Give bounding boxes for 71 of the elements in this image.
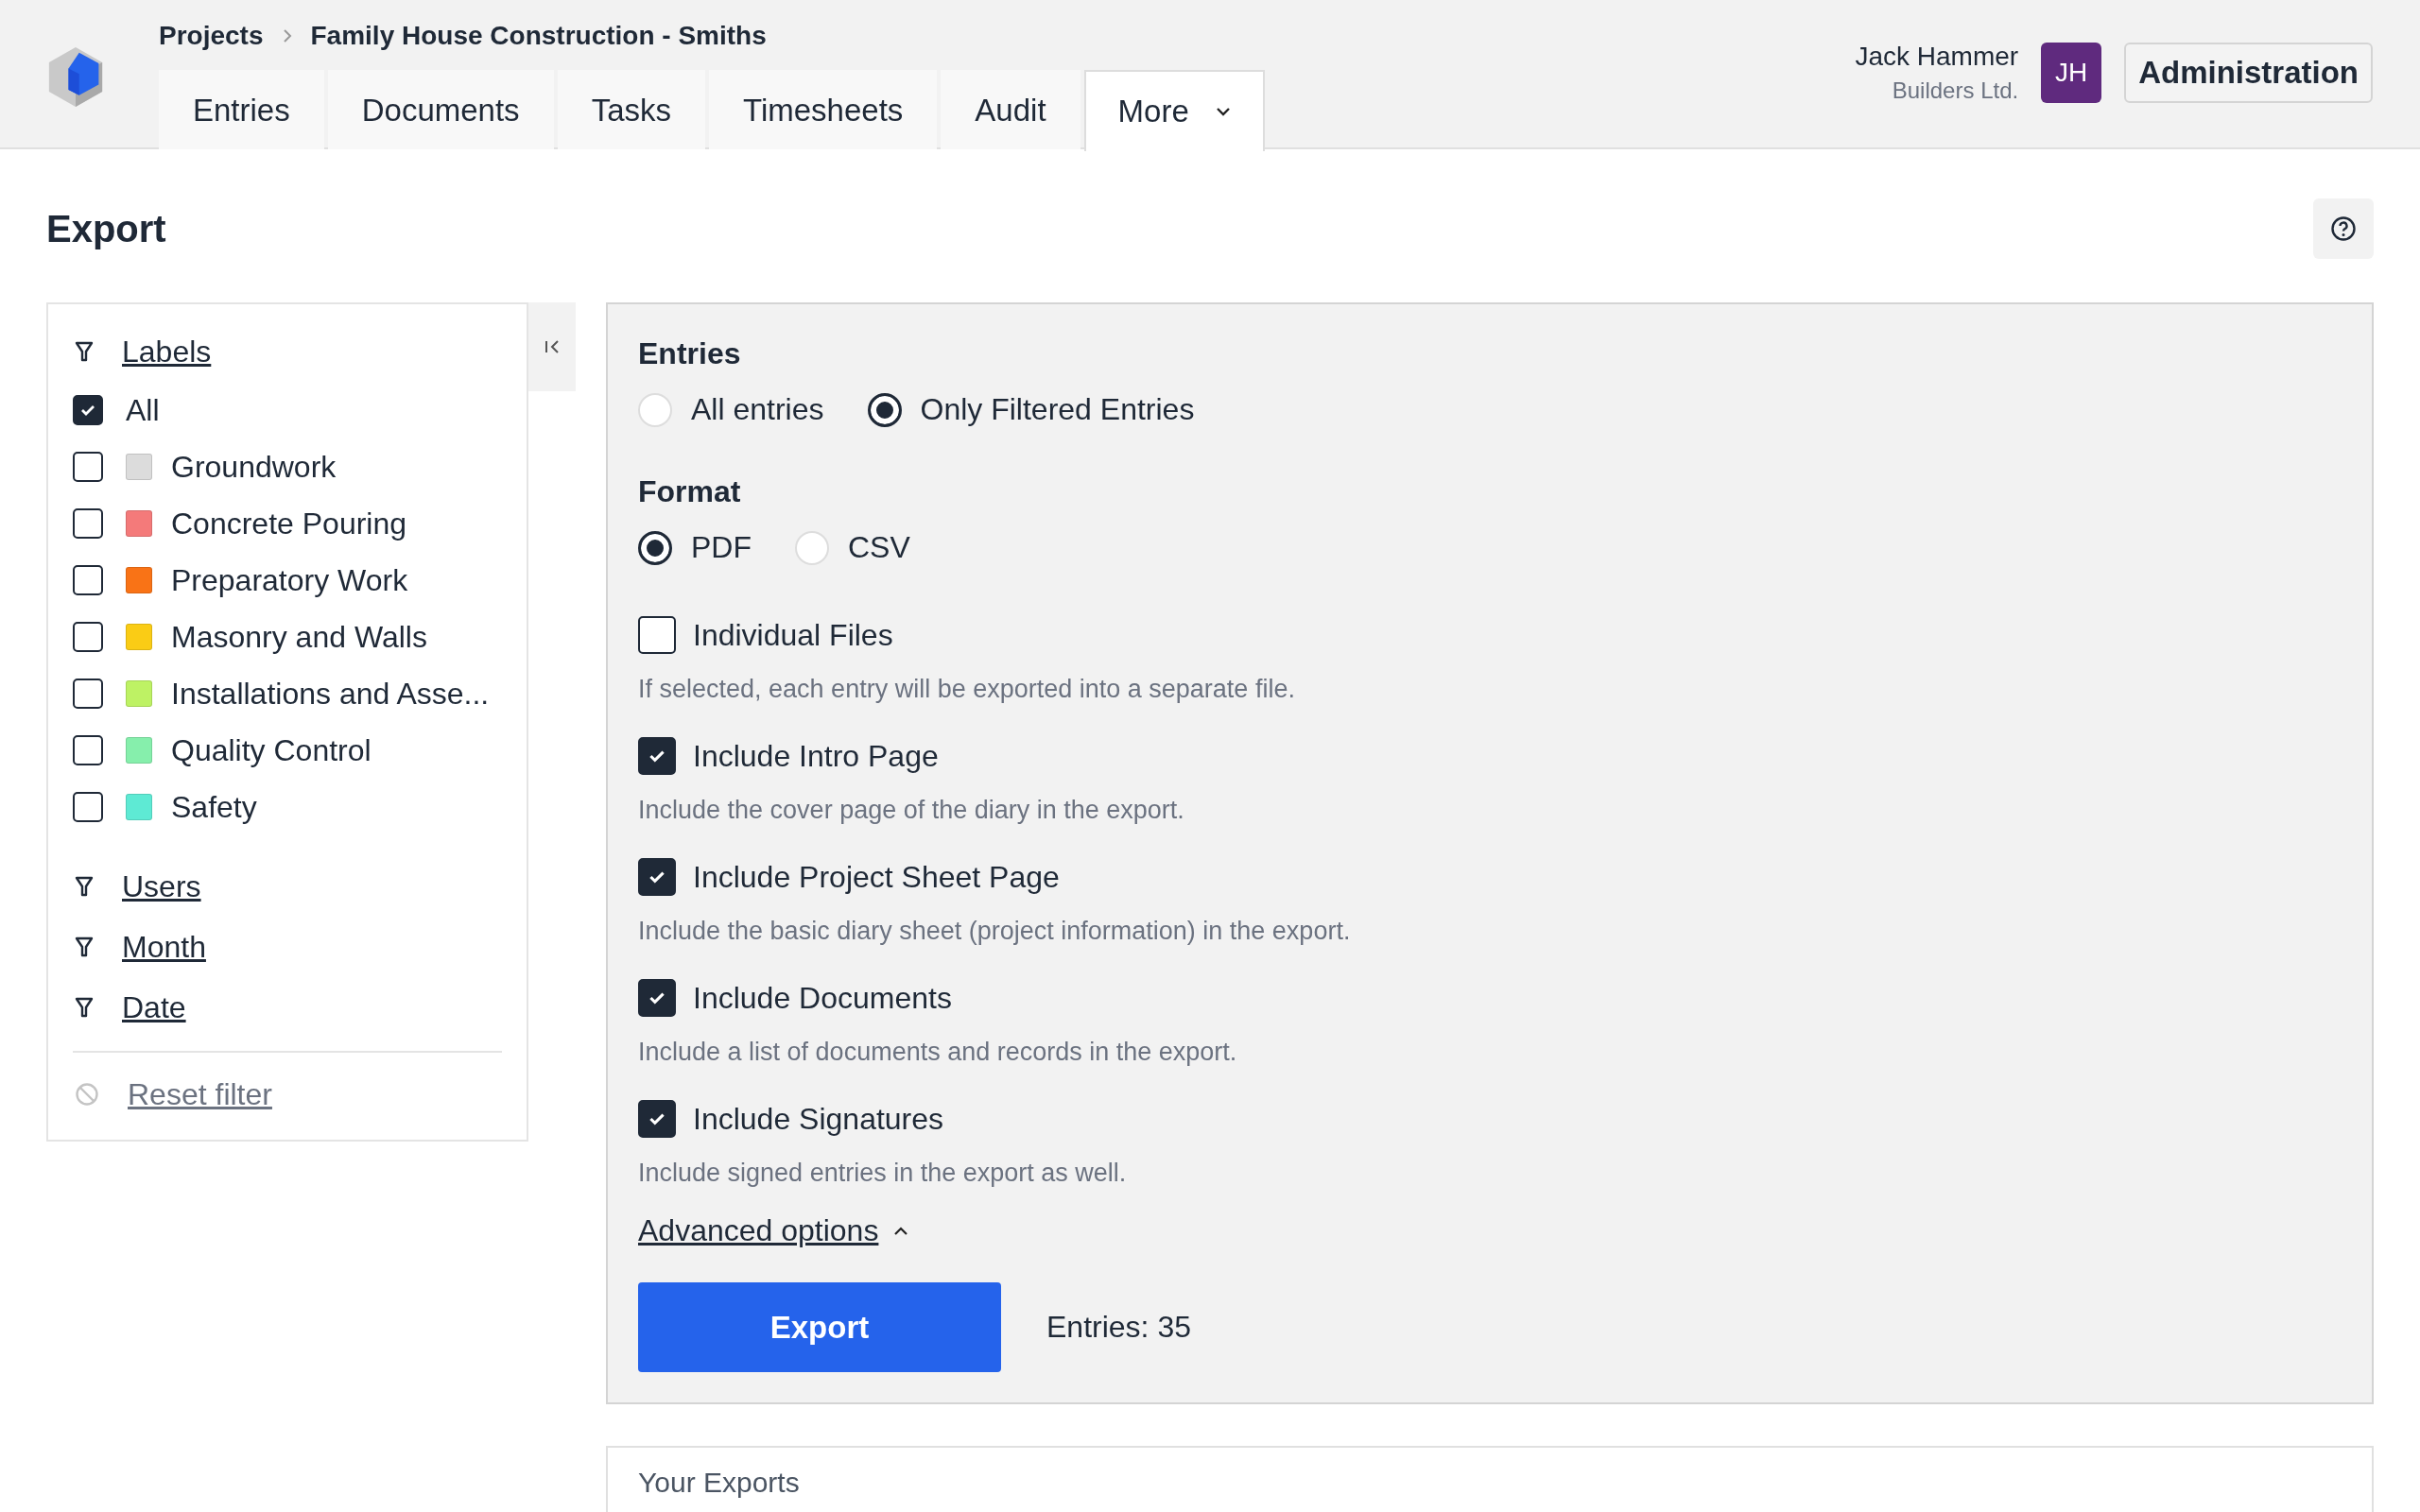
entries-count: Entries: 35 <box>1046 1310 1191 1345</box>
label-name[interactable]: Concrete Pouring <box>171 506 407 541</box>
label-name[interactable]: Masonry and Walls <box>171 619 427 655</box>
section-title: Your Exports <box>638 1467 801 1499</box>
filter-link[interactable]: Labels <box>122 334 212 369</box>
page-title: Export <box>46 207 166 250</box>
checkbox[interactable] <box>73 622 103 652</box>
help-icon <box>2330 215 2357 242</box>
option-label[interactable]: Include Project Sheet Page <box>693 859 1060 895</box>
option-label[interactable]: Include Documents <box>693 980 952 1016</box>
filter-icon <box>75 936 94 958</box>
nav-tab[interactable]: More <box>1083 70 1265 151</box>
filter-icon <box>75 996 94 1019</box>
label-name[interactable]: All <box>126 392 160 428</box>
export-button[interactable]: Export <box>638 1282 1001 1372</box>
checkbox[interactable] <box>73 565 103 595</box>
label-name[interactable]: Quality Control <box>171 732 372 768</box>
option-description: Include the basic diary sheet (project information) in the export. <box>638 917 1352 946</box>
checkbox[interactable] <box>638 858 676 896</box>
breadcrumb-link[interactable]: Family House Construction - Smiths <box>310 21 767 51</box>
filter-link[interactable]: Date <box>122 989 186 1025</box>
cube-logo-icon <box>47 45 104 108</box>
administration-button[interactable]: Administration <box>2124 43 2373 103</box>
option-description: If selected, each entry will be exported into a separate file. <box>638 675 1296 704</box>
label-name[interactable]: Installations and Asse... <box>171 676 490 712</box>
option-description: Include a list of documents and records in the export. <box>638 1038 1238 1067</box>
checkbox[interactable] <box>73 792 103 822</box>
section-heading: Entries <box>638 336 742 371</box>
radio-label[interactable]: PDF <box>691 530 752 565</box>
advanced-options-link[interactable]: Advanced options <box>638 1213 879 1248</box>
blocked-icon <box>75 1082 99 1107</box>
radio-button[interactable] <box>638 530 672 565</box>
radio-label[interactable]: All entries <box>691 392 824 427</box>
user-name: Jack Hammer <box>1855 42 2019 72</box>
nav-tab[interactable]: Audit <box>941 70 1080 149</box>
reset-filter-link[interactable]: Reset filter <box>128 1076 272 1112</box>
checkbox[interactable] <box>73 508 103 539</box>
checkbox[interactable] <box>638 1100 676 1138</box>
checkbox[interactable] <box>73 395 103 425</box>
radio-label[interactable]: CSV <box>848 530 910 565</box>
company-name: Builders Ltd. <box>1892 77 2019 104</box>
label-name[interactable]: Safety <box>171 789 257 825</box>
radio-label[interactable]: Only Filtered Entries <box>920 392 1195 427</box>
checkbox[interactable] <box>638 616 676 654</box>
label-name[interactable]: Groundwork <box>171 449 337 485</box>
help-button[interactable] <box>2313 198 2374 259</box>
filter-link[interactable]: Month <box>122 929 206 965</box>
chevron-right-icon <box>282 28 292 43</box>
filter-icon <box>75 340 94 363</box>
user-avatar[interactable]: JH <box>2041 43 2102 103</box>
option-label[interactable]: Individual Files <box>693 617 893 653</box>
option-label[interactable]: Include Intro Page <box>693 738 939 774</box>
nav-tab[interactable]: Entries <box>159 70 324 149</box>
checkbox[interactable] <box>638 979 676 1017</box>
nav-tab[interactable]: Documents <box>327 70 554 149</box>
checkbox[interactable] <box>638 737 676 775</box>
label-name[interactable]: Preparatory Work <box>171 562 408 598</box>
radio-button[interactable] <box>867 392 902 427</box>
checkbox[interactable] <box>73 679 103 709</box>
nav-tab[interactable]: Tasks <box>557 70 705 149</box>
option-description: Include signed entries in the export as well. <box>638 1159 1128 1188</box>
breadcrumb-link[interactable]: Projects <box>159 21 264 51</box>
filter-link[interactable]: Users <box>122 868 201 904</box>
checkbox[interactable] <box>73 452 103 482</box>
checkbox[interactable] <box>73 735 103 765</box>
option-label[interactable]: Include Signatures <box>693 1101 944 1137</box>
collapse-icon <box>544 338 561 355</box>
section-heading: Format <box>638 474 742 509</box>
filter-icon <box>75 875 94 898</box>
nav-tab[interactable]: Timesheets <box>709 70 938 149</box>
option-description: Include the cover page of the diary in the export. <box>638 796 1185 825</box>
